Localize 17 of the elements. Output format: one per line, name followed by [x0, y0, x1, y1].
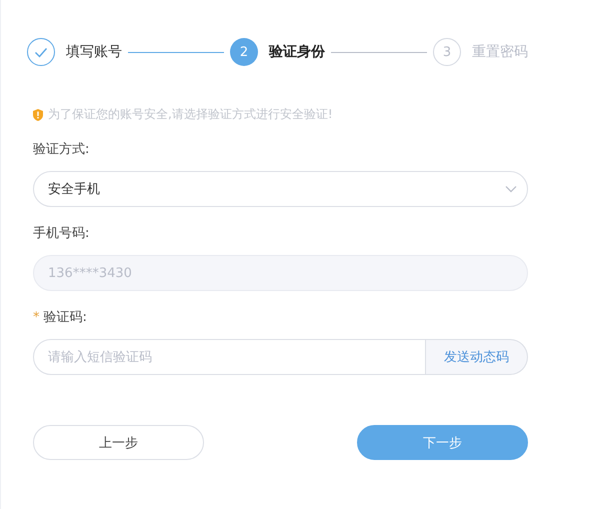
code-input-field[interactable]: 请输入短信验证码 [33, 339, 426, 375]
notice-text: 为了保证您的账号安全,请选择验证方式进行安全验证! [48, 106, 333, 123]
step-number: 3 [433, 38, 461, 66]
next-button[interactable]: 下一步 [357, 425, 528, 460]
field-label: 验证码: [44, 309, 87, 326]
shield-icon [33, 108, 43, 120]
back-button[interactable]: 上一步 [33, 425, 204, 460]
step-label: 验证身份 [269, 43, 325, 61]
step-label: 填写账号 [66, 43, 122, 61]
method-select[interactable]: 安全手机 [33, 171, 528, 207]
chevron-down-icon [505, 185, 517, 193]
step-number: 2 [230, 38, 258, 66]
step-label: 重置密码 [472, 43, 528, 61]
field-label: 验证方式: [33, 141, 90, 158]
send-code-button[interactable]: 发送动态码 [426, 339, 528, 375]
required-mark: * [33, 310, 40, 324]
field-label: 手机号码: [33, 225, 90, 242]
